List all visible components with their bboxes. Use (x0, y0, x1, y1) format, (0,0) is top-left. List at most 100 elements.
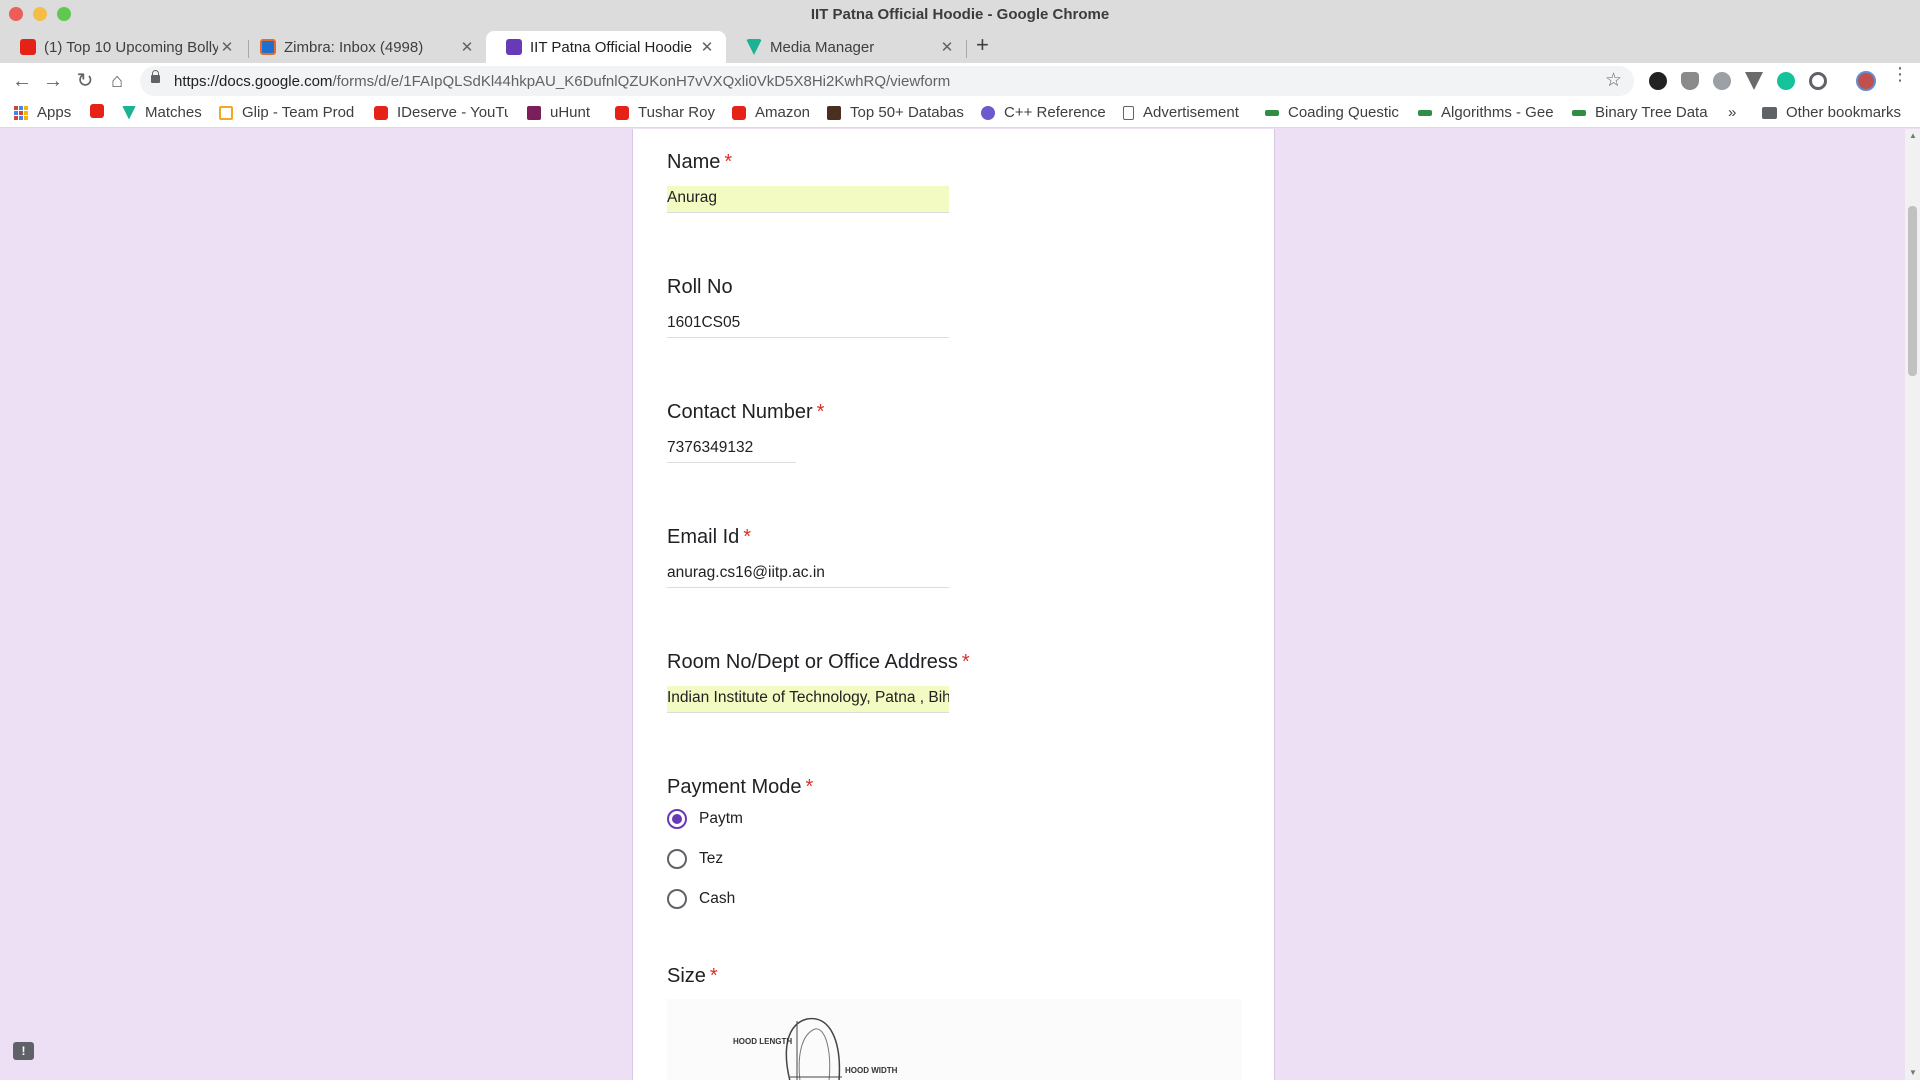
grammarly-icon[interactable] (1777, 72, 1795, 90)
hood-length-label: HOOD LENGTH (733, 1037, 793, 1046)
tab-label: (1) Top 10 Upcoming Bolly (44, 38, 218, 56)
question-title: Roll No (667, 276, 733, 298)
tab-strip: (1) Top 10 Upcoming Bolly ✕ Zimbra: Inbo… (0, 28, 1920, 63)
reload-icon[interactable]: ↻ (72, 68, 98, 94)
address-input[interactable]: Indian Institute of Technology, Patna , … (667, 686, 949, 713)
scrollbar-thumb[interactable] (1908, 206, 1917, 376)
close-icon[interactable]: ✕ (698, 38, 716, 56)
extension-icon[interactable] (1649, 72, 1667, 90)
page-viewport: Name * Anurag Roll No 1601CS05 Contact Nu… (0, 129, 1920, 1080)
contact-number-input[interactable]: 7376349132 (667, 436, 796, 463)
uhunt-icon (527, 105, 541, 120)
home-icon[interactable]: ⌂ (104, 68, 130, 94)
bookmark-uhunt[interactable]: uHunt (527, 104, 590, 121)
tab-label: Media Manager (770, 38, 875, 56)
tab-iit-patna-hoodie[interactable]: IIT Patna Official Hoodie ✕ (486, 31, 726, 63)
close-icon[interactable]: ✕ (218, 38, 236, 56)
bookmarks-overflow-button[interactable]: » (1728, 104, 1736, 121)
back-icon[interactable]: ← (9, 68, 35, 94)
bookmarks-bar: Apps Matches Glip - Team Prod IDeserve -… (0, 99, 1920, 128)
address-bar[interactable]: https://docs.google.com/forms/d/e/1FAIpQ… (140, 66, 1634, 96)
url-text: https://docs.google.com/forms/d/e/1FAIpQ… (174, 73, 951, 90)
google-forms-icon (506, 39, 522, 55)
youtube-icon (374, 105, 388, 120)
bookmark-cpp-reference[interactable]: C++ Reference (981, 104, 1106, 121)
forward-icon[interactable]: → (40, 68, 66, 94)
page-icon (1123, 105, 1134, 120)
geeksforgeeks-icon (1265, 109, 1279, 116)
more-menu-icon[interactable]: ⋮ (1891, 65, 1909, 83)
new-tab-button[interactable]: + (976, 34, 989, 56)
question-roll-no: Roll No 1601CS05 (667, 276, 949, 338)
extension-icon[interactable] (1809, 72, 1827, 90)
required-asterisk: * (816, 401, 825, 423)
bookmark-top-50-database[interactable]: Top 50+ Databas (827, 104, 964, 121)
bookmark-coading-questions[interactable]: Coading Questic (1265, 104, 1401, 121)
radio-button[interactable] (667, 889, 687, 909)
close-icon[interactable]: ✕ (458, 38, 476, 56)
bookmark-matches[interactable]: Matches (122, 104, 202, 121)
bookmark-tushar-roy[interactable]: Tushar Roy (615, 104, 715, 121)
required-asterisk: * (743, 526, 752, 548)
bookmark-ideserve[interactable]: IDeserve - YouTu (374, 104, 508, 121)
radio-button[interactable] (667, 809, 687, 829)
required-asterisk: * (724, 151, 733, 173)
tab-media-manager[interactable]: Media Manager ✕ (726, 31, 966, 63)
other-bookmarks-folder[interactable]: Other bookmarks (1762, 104, 1901, 121)
geeksforgeeks-icon (1572, 109, 1586, 116)
bookmark-star-icon[interactable]: ☆ (1605, 69, 1622, 92)
bookmark-youtube[interactable] (90, 104, 113, 118)
youtube-icon (90, 104, 104, 118)
tab-label: Zimbra: Inbox (4998) (284, 38, 424, 56)
question-title: Contact Number (667, 401, 813, 423)
name-input[interactable]: Anurag (667, 186, 949, 213)
bookmark-advertisement[interactable]: Advertisement (1123, 104, 1239, 121)
question-title: Name (667, 151, 721, 173)
bookmark-apps[interactable]: Apps (14, 104, 71, 121)
window-titlebar: IIT Patna Official Hoodie - Google Chrom… (0, 0, 1920, 28)
bookmark-amazon[interactable]: Amazon (732, 104, 810, 121)
scroll-down-arrow-icon[interactable]: ▼ (1909, 1068, 1917, 1077)
required-asterisk: * (709, 965, 718, 987)
bookmark-algorithms-geeks[interactable]: Algorithms - Gee (1418, 104, 1554, 121)
radio-button[interactable] (667, 849, 687, 869)
question-title: Size (667, 965, 706, 987)
bookmark-binary-tree[interactable]: Binary Tree Data (1572, 104, 1708, 121)
glip-icon (219, 105, 233, 120)
profile-avatar[interactable] (1856, 71, 1876, 91)
question-title: Room No/Dept or Office Address (667, 651, 958, 673)
folder-icon (1762, 106, 1777, 119)
vuetify-icon[interactable] (1745, 72, 1763, 90)
tab-zimbra[interactable]: Zimbra: Inbox (4998) ✕ (240, 31, 486, 63)
roll-no-input[interactable]: 1601CS05 (667, 311, 949, 338)
tab-youtube[interactable]: (1) Top 10 Upcoming Bolly ✕ (0, 31, 246, 63)
vuetify-icon (746, 39, 762, 55)
form-card: Name * Anurag Roll No 1601CS05 Contact Nu… (632, 129, 1275, 1080)
radio-option-tez[interactable]: Tez (667, 849, 723, 869)
question-size: Size * (667, 965, 718, 988)
question-payment-mode: Payment Mode * Paytm Tez Cash (667, 776, 1167, 936)
scroll-up-arrow-icon[interactable]: ▲ (1909, 131, 1917, 140)
database-icon (827, 105, 841, 120)
youtube-icon (732, 105, 746, 120)
apps-grid-icon (14, 105, 28, 120)
shield-icon[interactable] (1681, 72, 1699, 90)
question-name: Name * Anurag (667, 151, 949, 213)
cpp-icon (981, 105, 995, 120)
report-feedback-icon[interactable]: ! (13, 1042, 34, 1060)
email-input[interactable]: anurag.cs16@iitp.ac.in (667, 561, 949, 588)
hood-width-label: HOOD WIDTH (845, 1066, 898, 1075)
size-chart-image: HOOD LENGTH HOOD WIDTH (667, 999, 1242, 1080)
question-email-id: Email Id * anurag.cs16@iitp.ac.in (667, 526, 949, 588)
page-scrollbar[interactable]: ▲ ▼ (1905, 129, 1920, 1080)
extension-icon[interactable] (1713, 72, 1731, 90)
question-title: Email Id (667, 526, 740, 548)
vuetify-icon (122, 105, 136, 120)
bookmark-glip[interactable]: Glip - Team Prod (219, 104, 354, 121)
lock-icon (151, 70, 160, 83)
close-icon[interactable]: ✕ (938, 38, 956, 56)
required-asterisk: * (805, 776, 814, 798)
radio-option-paytm[interactable]: Paytm (667, 809, 743, 829)
browser-toolbar: ← → ↻ ⌂ https://docs.google.com/forms/d/… (0, 63, 1920, 99)
radio-option-cash[interactable]: Cash (667, 889, 735, 909)
